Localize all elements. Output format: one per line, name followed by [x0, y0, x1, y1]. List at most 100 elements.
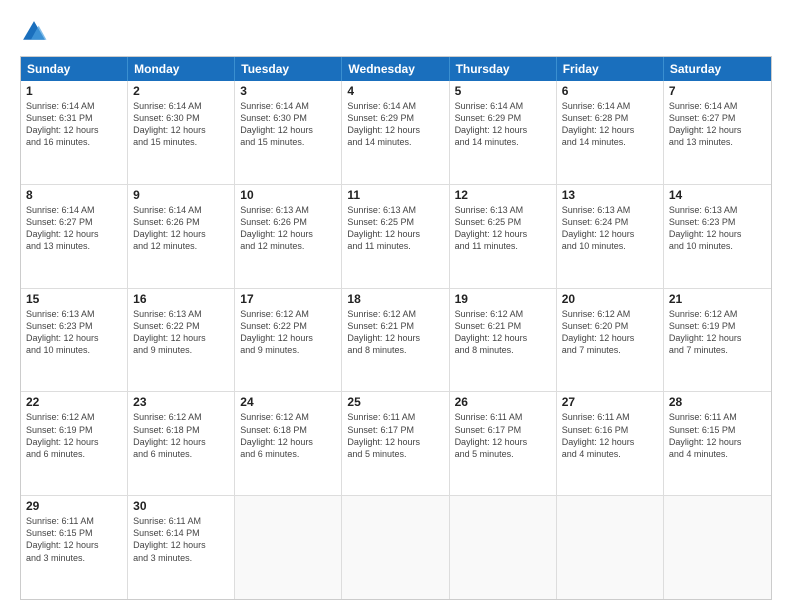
cell-daylight-info: Sunrise: 6:14 AM Sunset: 6:30 PM Dayligh… [240, 100, 336, 149]
cell-daylight-info: Sunrise: 6:12 AM Sunset: 6:18 PM Dayligh… [240, 411, 336, 460]
calendar-row-5: 29 Sunrise: 6:11 AM Sunset: 6:15 PM Dayli… [21, 495, 771, 599]
day-number: 28 [669, 395, 766, 409]
calendar-cell-10: 10 Sunrise: 6:13 AM Sunset: 6:26 PM Dayli… [235, 185, 342, 288]
calendar-cell-20: 20Sunrise: 6:12 AM Sunset: 6:20 PM Dayli… [557, 289, 664, 392]
cell-daylight-info: Sunrise: 6:12 AM Sunset: 6:21 PM Dayligh… [347, 308, 443, 357]
cell-daylight-info: Sunrise: 6:13 AM Sunset: 6:23 PM Dayligh… [26, 308, 122, 357]
calendar-row-4: 22Sunrise: 6:12 AM Sunset: 6:19 PM Dayli… [21, 391, 771, 495]
cell-daylight-info: Sunrise: 6:14 AM Sunset: 6:27 PM Dayligh… [26, 204, 122, 253]
header [20, 18, 772, 46]
calendar-cell-5: 5 Sunrise: 6:14 AM Sunset: 6:29 PM Daylig… [450, 81, 557, 184]
weekday-header-saturday: Saturday [664, 57, 771, 81]
calendar-cell-15: 15 Sunrise: 6:13 AM Sunset: 6:23 PM Dayli… [21, 289, 128, 392]
calendar-cell-23: 23 Sunrise: 6:12 AM Sunset: 6:18 PM Dayli… [128, 392, 235, 495]
day-number: 23 [133, 395, 229, 409]
cell-daylight-info: Sunrise: 6:13 AM Sunset: 6:25 PM Dayligh… [455, 204, 551, 253]
calendar-row-1: 1 Sunrise: 6:14 AM Sunset: 6:31 PM Daylig… [21, 81, 771, 184]
calendar-cell-2: 2 Sunrise: 6:14 AM Sunset: 6:30 PM Daylig… [128, 81, 235, 184]
calendar-cell-26: 26 Sunrise: 6:11 AM Sunset: 6:17 PM Dayli… [450, 392, 557, 495]
cell-daylight-info: Sunrise: 6:12 AM Sunset: 6:22 PM Dayligh… [240, 308, 336, 357]
calendar-cell-22: 22Sunrise: 6:12 AM Sunset: 6:19 PM Dayli… [21, 392, 128, 495]
calendar-cell-11: 11Sunrise: 6:13 AM Sunset: 6:25 PM Dayli… [342, 185, 449, 288]
day-number: 17 [240, 292, 336, 306]
calendar-cell-30: 30Sunrise: 6:11 AM Sunset: 6:14 PM Dayli… [128, 496, 235, 599]
calendar-cell-28: 28 Sunrise: 6:11 AM Sunset: 6:15 PM Dayli… [664, 392, 771, 495]
day-number: 26 [455, 395, 551, 409]
calendar-cell-19: 19Sunrise: 6:12 AM Sunset: 6:21 PM Dayli… [450, 289, 557, 392]
calendar-cell-empty-4-2 [235, 496, 342, 599]
cell-daylight-info: Sunrise: 6:13 AM Sunset: 6:26 PM Dayligh… [240, 204, 336, 253]
calendar: SundayMondayTuesdayWednesdayThursdayFrid… [20, 56, 772, 600]
cell-daylight-info: Sunrise: 6:12 AM Sunset: 6:19 PM Dayligh… [26, 411, 122, 460]
weekday-header-thursday: Thursday [450, 57, 557, 81]
day-number: 7 [669, 84, 766, 98]
calendar-cell-13: 13 Sunrise: 6:13 AM Sunset: 6:24 PM Dayli… [557, 185, 664, 288]
calendar-cell-8: 8 Sunrise: 6:14 AM Sunset: 6:27 PM Daylig… [21, 185, 128, 288]
day-number: 4 [347, 84, 443, 98]
weekday-header-wednesday: Wednesday [342, 57, 449, 81]
cell-daylight-info: Sunrise: 6:12 AM Sunset: 6:20 PM Dayligh… [562, 308, 658, 357]
day-number: 9 [133, 188, 229, 202]
day-number: 25 [347, 395, 443, 409]
calendar-cell-empty-4-6 [664, 496, 771, 599]
calendar-cell-25: 25 Sunrise: 6:11 AM Sunset: 6:17 PM Dayli… [342, 392, 449, 495]
calendar-cell-6: 6 Sunrise: 6:14 AM Sunset: 6:28 PM Daylig… [557, 81, 664, 184]
cell-daylight-info: Sunrise: 6:13 AM Sunset: 6:25 PM Dayligh… [347, 204, 443, 253]
calendar-cell-empty-4-5 [557, 496, 664, 599]
cell-daylight-info: Sunrise: 6:14 AM Sunset: 6:30 PM Dayligh… [133, 100, 229, 149]
cell-daylight-info: Sunrise: 6:11 AM Sunset: 6:17 PM Dayligh… [455, 411, 551, 460]
day-number: 27 [562, 395, 658, 409]
calendar-cell-14: 14 Sunrise: 6:13 AM Sunset: 6:23 PM Dayli… [664, 185, 771, 288]
calendar-cell-9: 9Sunrise: 6:14 AM Sunset: 6:26 PM Daylig… [128, 185, 235, 288]
day-number: 18 [347, 292, 443, 306]
day-number: 6 [562, 84, 658, 98]
logo [20, 18, 52, 46]
logo-icon [20, 18, 48, 46]
day-number: 14 [669, 188, 766, 202]
day-number: 8 [26, 188, 122, 202]
weekday-header-friday: Friday [557, 57, 664, 81]
calendar-row-2: 8 Sunrise: 6:14 AM Sunset: 6:27 PM Daylig… [21, 184, 771, 288]
day-number: 12 [455, 188, 551, 202]
calendar-cell-24: 24 Sunrise: 6:12 AM Sunset: 6:18 PM Dayli… [235, 392, 342, 495]
cell-daylight-info: Sunrise: 6:12 AM Sunset: 6:21 PM Dayligh… [455, 308, 551, 357]
day-number: 10 [240, 188, 336, 202]
day-number: 13 [562, 188, 658, 202]
cell-daylight-info: Sunrise: 6:13 AM Sunset: 6:24 PM Dayligh… [562, 204, 658, 253]
calendar-cell-12: 12 Sunrise: 6:13 AM Sunset: 6:25 PM Dayli… [450, 185, 557, 288]
cell-daylight-info: Sunrise: 6:14 AM Sunset: 6:27 PM Dayligh… [669, 100, 766, 149]
cell-daylight-info: Sunrise: 6:11 AM Sunset: 6:16 PM Dayligh… [562, 411, 658, 460]
calendar-body: 1 Sunrise: 6:14 AM Sunset: 6:31 PM Daylig… [21, 81, 771, 599]
calendar-cell-17: 17 Sunrise: 6:12 AM Sunset: 6:22 PM Dayli… [235, 289, 342, 392]
day-number: 3 [240, 84, 336, 98]
calendar-cell-27: 27 Sunrise: 6:11 AM Sunset: 6:16 PM Dayli… [557, 392, 664, 495]
calendar-row-3: 15 Sunrise: 6:13 AM Sunset: 6:23 PM Dayli… [21, 288, 771, 392]
weekday-header-monday: Monday [128, 57, 235, 81]
cell-daylight-info: Sunrise: 6:14 AM Sunset: 6:29 PM Dayligh… [455, 100, 551, 149]
calendar-header: SundayMondayTuesdayWednesdayThursdayFrid… [21, 57, 771, 81]
day-number: 5 [455, 84, 551, 98]
page: SundayMondayTuesdayWednesdayThursdayFrid… [0, 0, 792, 612]
day-number: 2 [133, 84, 229, 98]
calendar-cell-18: 18 Sunrise: 6:12 AM Sunset: 6:21 PM Dayli… [342, 289, 449, 392]
day-number: 1 [26, 84, 122, 98]
cell-daylight-info: Sunrise: 6:13 AM Sunset: 6:23 PM Dayligh… [669, 204, 766, 253]
cell-daylight-info: Sunrise: 6:11 AM Sunset: 6:15 PM Dayligh… [669, 411, 766, 460]
day-number: 24 [240, 395, 336, 409]
day-number: 16 [133, 292, 229, 306]
calendar-cell-29: 29 Sunrise: 6:11 AM Sunset: 6:15 PM Dayli… [21, 496, 128, 599]
cell-daylight-info: Sunrise: 6:11 AM Sunset: 6:15 PM Dayligh… [26, 515, 122, 564]
calendar-cell-16: 16Sunrise: 6:13 AM Sunset: 6:22 PM Dayli… [128, 289, 235, 392]
calendar-cell-1: 1 Sunrise: 6:14 AM Sunset: 6:31 PM Daylig… [21, 81, 128, 184]
calendar-cell-7: 7 Sunrise: 6:14 AM Sunset: 6:27 PM Daylig… [664, 81, 771, 184]
day-number: 30 [133, 499, 229, 513]
cell-daylight-info: Sunrise: 6:11 AM Sunset: 6:17 PM Dayligh… [347, 411, 443, 460]
cell-daylight-info: Sunrise: 6:12 AM Sunset: 6:18 PM Dayligh… [133, 411, 229, 460]
cell-daylight-info: Sunrise: 6:14 AM Sunset: 6:28 PM Dayligh… [562, 100, 658, 149]
weekday-header-sunday: Sunday [21, 57, 128, 81]
calendar-cell-empty-4-3 [342, 496, 449, 599]
cell-daylight-info: Sunrise: 6:14 AM Sunset: 6:31 PM Dayligh… [26, 100, 122, 149]
calendar-cell-21: 21Sunrise: 6:12 AM Sunset: 6:19 PM Dayli… [664, 289, 771, 392]
day-number: 15 [26, 292, 122, 306]
day-number: 29 [26, 499, 122, 513]
